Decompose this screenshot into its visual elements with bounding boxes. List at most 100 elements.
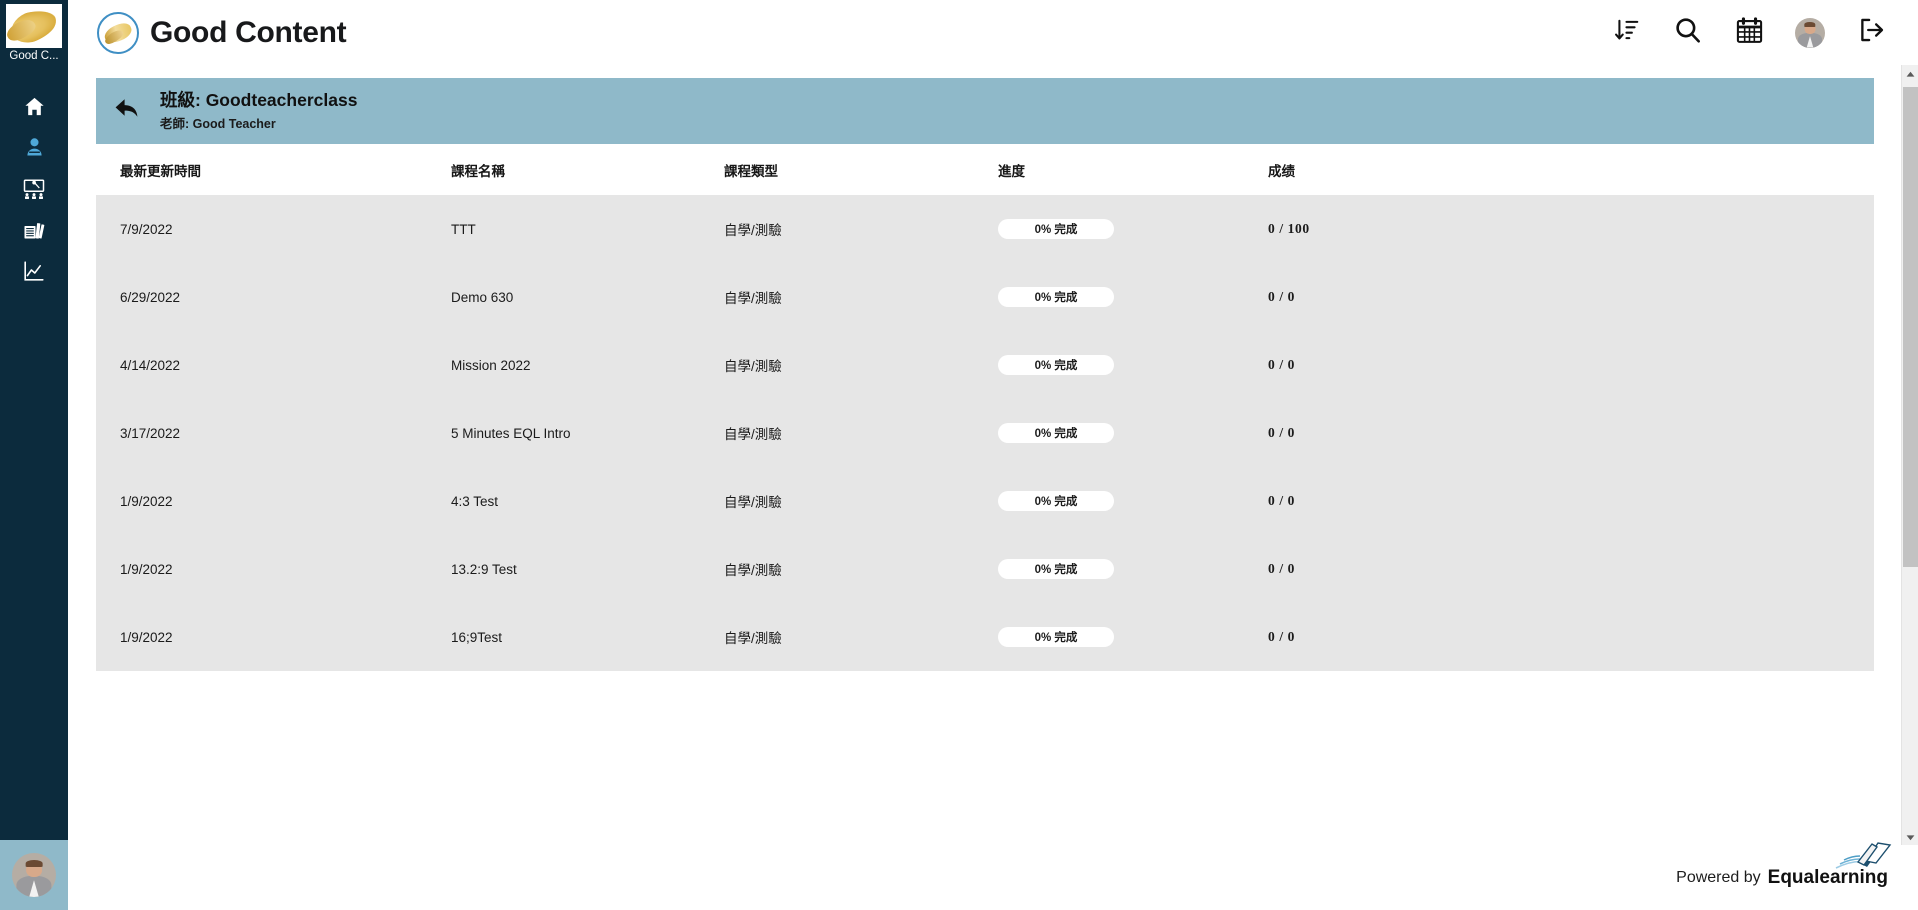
cell-grade: 0 / 100 <box>1268 221 1310 236</box>
cell-progress: 0% 完成 <box>998 355 1268 375</box>
books-icon <box>22 218 46 242</box>
logout-button[interactable] <box>1854 16 1888 50</box>
cell-course-type: 自學/測驗 <box>724 495 782 510</box>
column-header-progress[interactable]: 進度 <box>998 160 1268 180</box>
table-body: 7/9/2022 TTT 自學/測驗 0% 完成 0 / 100 6/29/2022 Dem… <box>96 195 1874 671</box>
progress-label: 0% 完成 <box>1034 292 1078 304</box>
table-row[interactable]: 1/9/2022 4:3 Test 自學/測驗 0% 完成 0 / 0 <box>96 467 1874 535</box>
calendar-button[interactable] <box>1732 16 1766 50</box>
search-button[interactable] <box>1671 16 1705 50</box>
cell-progress: 0% 完成 <box>998 287 1268 307</box>
home-icon <box>23 95 46 118</box>
header-actions <box>1610 16 1888 50</box>
progress-label: 0% 完成 <box>1034 564 1078 576</box>
progress-label: 0% 完成 <box>1034 496 1078 508</box>
avatar <box>12 853 56 897</box>
avatar-icon <box>1795 17 1825 48</box>
cell-grade: 0 / 0 <box>1268 357 1296 372</box>
sidebar-item-profile[interactable] <box>0 127 68 168</box>
progress-bar: 0% 完成 <box>998 559 1114 579</box>
sort-button[interactable] <box>1610 16 1644 50</box>
scroll-down-button[interactable] <box>1902 828 1918 845</box>
column-header-date[interactable]: 最新更新時間 <box>120 160 451 180</box>
cell-course-name: 16;9Test <box>451 629 503 645</box>
column-header-name[interactable]: 課程名稱 <box>451 160 724 180</box>
cell-progress: 0% 完成 <box>998 219 1268 239</box>
scrollbar-thumb[interactable] <box>1903 87 1918 567</box>
cell-course-name: Mission 2022 <box>451 357 531 373</box>
column-header-type[interactable]: 課程類型 <box>724 160 998 180</box>
footer: Powered by Equalearning <box>68 841 1918 910</box>
class-name-label: 班級: Goodteacherclass <box>160 89 358 110</box>
open-book-icon <box>1828 838 1892 883</box>
cell-course-type: 自學/測驗 <box>724 563 782 578</box>
app-root: Good C... Good Content 班級: Goodteachercl… <box>0 0 1918 910</box>
table-row[interactable]: 4/14/2022 Mission 2022 自學/測驗 0% 完成 0 / 0 <box>96 331 1874 399</box>
table-row[interactable]: 7/9/2022 TTT 自學/測驗 0% 完成 0 / 100 <box>96 195 1874 263</box>
search-icon <box>1673 15 1703 50</box>
teacher-name-label: 老師: Good Teacher <box>160 116 276 131</box>
progress-bar: 0% 完成 <box>998 355 1114 375</box>
cell-course-name: 5 Minutes EQL Intro <box>451 425 571 441</box>
desktop-shortcut-good-content[interactable]: Good C... <box>0 0 68 82</box>
cell-date: 1/9/2022 <box>120 561 173 577</box>
calendar-icon <box>1735 16 1764 50</box>
powered-by-label: Powered by <box>1676 868 1761 886</box>
wheat-circle-logo-icon <box>97 11 139 54</box>
logout-icon <box>1857 16 1885 49</box>
table-row[interactable]: 6/29/2022 Demo 630 自學/測驗 0% 完成 0 / 0 <box>96 263 1874 331</box>
sidebar-nav <box>0 86 68 291</box>
back-arrow-icon <box>113 96 143 127</box>
cell-date: 4/14/2022 <box>120 357 181 373</box>
cell-progress: 0% 完成 <box>998 423 1268 443</box>
sidebar-item-library[interactable] <box>0 209 68 250</box>
sidebar-item-home[interactable] <box>0 86 68 127</box>
table-row[interactable]: 1/9/2022 13.2:9 Test 自學/測驗 0% 完成 0 / 0 <box>96 535 1874 603</box>
table-row[interactable]: 3/17/2022 5 Minutes EQL Intro 自學/測驗 0% 完成 0 … <box>96 399 1874 467</box>
sidebar-item-classroom[interactable] <box>0 168 68 209</box>
cell-date: 7/9/2022 <box>120 221 173 237</box>
progress-label: 0% 完成 <box>1034 428 1078 440</box>
sidebar-user-avatar-panel[interactable] <box>0 840 68 910</box>
progress-bar: 0% 完成 <box>998 423 1114 443</box>
progress-label: 0% 完成 <box>1034 224 1078 236</box>
cell-course-type: 自學/測驗 <box>724 291 782 306</box>
cell-grade: 0 / 0 <box>1268 561 1296 576</box>
table-row[interactable]: 1/9/2022 16;9Test 自學/測驗 0% 完成 0 / 0 <box>96 603 1874 671</box>
scroll-up-button[interactable] <box>1902 65 1918 82</box>
cell-progress: 0% 完成 <box>998 491 1268 511</box>
class-banner: 班級: Goodteacherclass 老師: Good Teacher <box>96 78 1874 144</box>
sort-descending-icon <box>1614 17 1640 48</box>
cell-course-type: 自學/測驗 <box>724 427 782 442</box>
footer-branding: Powered by Equalearning <box>1676 841 1892 889</box>
progress-bar: 0% 完成 <box>998 627 1114 647</box>
cell-grade: 0 / 0 <box>1268 629 1296 644</box>
triangle-down-icon <box>1906 828 1915 846</box>
brand-logo-link[interactable]: Good Content <box>97 11 347 54</box>
progress-bar: 0% 完成 <box>998 287 1114 307</box>
cell-course-name: Demo 630 <box>451 289 514 305</box>
account-button[interactable] <box>1793 16 1827 50</box>
page-title: Good Content <box>150 15 347 49</box>
course-table: 最新更新時間 課程名稱 課程類型 進度 成绩 7/9/2022 TTT 自學/測驗 0… <box>96 144 1874 844</box>
progress-label: 0% 完成 <box>1034 632 1078 644</box>
cell-course-name: TTT <box>451 221 476 237</box>
cell-progress: 0% 完成 <box>998 627 1268 647</box>
cell-grade: 0 / 0 <box>1268 289 1296 304</box>
column-header-grade[interactable]: 成绩 <box>1268 160 1568 180</box>
app-header: Good Content <box>68 0 1918 65</box>
chart-line-icon <box>22 259 46 283</box>
cell-course-type: 自學/測驗 <box>724 631 782 646</box>
wheat-thumbnail-icon <box>6 4 62 48</box>
cell-progress: 0% 完成 <box>998 559 1268 579</box>
triangle-up-icon <box>1906 65 1915 83</box>
progress-bar: 0% 完成 <box>998 491 1114 511</box>
vertical-scrollbar[interactable] <box>1901 65 1918 845</box>
cell-course-type: 自學/測驗 <box>724 359 782 374</box>
left-sidebar: Good C... <box>0 0 68 910</box>
cell-course-type: 自學/測驗 <box>724 223 782 238</box>
sidebar-item-reports[interactable] <box>0 250 68 291</box>
back-button[interactable] <box>96 78 160 144</box>
cell-course-name: 4:3 Test <box>451 493 499 509</box>
banner-text: 班級: Goodteacherclass 老師: Good Teacher <box>160 89 357 133</box>
